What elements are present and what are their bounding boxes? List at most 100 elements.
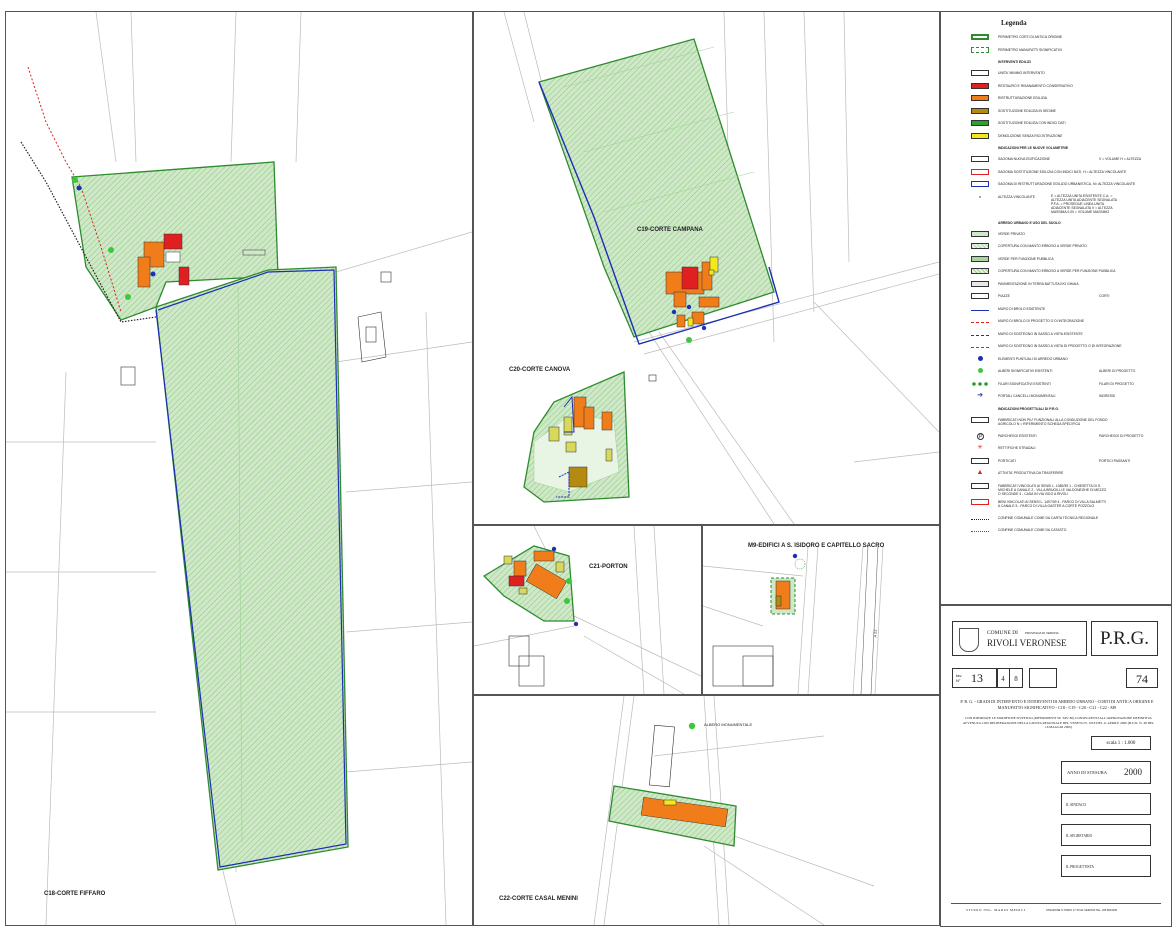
legend-swatch [978,368,983,373]
legend-swatch [971,120,989,126]
map-panel-c21: C21-PORTON [473,525,702,695]
legend-extra-label: INGRESSI [1099,394,1116,398]
legend-swatch [971,156,989,162]
legend-label: VERDE PRIVATO [998,231,1025,236]
legend-label: SOSTITUZIONE EDILIZIA IN SEDIME [998,108,1056,113]
label-c19: C19-CORTE CAMPANA [637,227,703,233]
legend-swatch [971,243,989,249]
sindaco-box: IL SINDACO [1061,793,1151,815]
legend-swatch [971,107,989,114]
comune-box: COMUNE DI PROVINCIA DI VERONA RIVOLI VER… [952,621,1087,656]
legend-label: ALTEZZA VINCOLANTE [998,194,1036,199]
legend-item: VERDE PER FUNZIONE PUBBLICA [941,255,1171,266]
legend-panel: Legenda PERIMETRO CORTI DI ANTICA ORIGIN… [940,11,1172,605]
legend-label: PORTALI CANCELLI MONUMENTALI [998,394,1056,398]
legend-item: FABBRICATI VINCOLATI AI SENSI L. 1089/39… [941,482,1171,496]
title-block: COMUNE DI PROVINCIA DI VERONA RIVOLI VER… [940,605,1172,927]
legend-label: PERIMETRO MANUFATTI SIGNIFICATIVI [998,47,1062,52]
legend-swatch [971,309,989,311]
legend-item: ELEMENTI PUNTUALI DI ARREDO URBANO [941,355,1171,366]
legend-label: PERIMETRO CORTI DI ANTICA ORIGINE [998,35,1063,39]
legend-item: n ALTEZZA VINCOLANTE E = altezza unita esi… [941,193,1171,214]
field-area [155,266,349,871]
map-panel-m9: M9-EDIFICI A S. ISIDORO E CAPITELLO SACR… [702,525,940,695]
legend-swatch [971,380,989,387]
legend-swatch [971,498,989,505]
legend-item: MURO DI SOSTEGNO IN SASSO A VISTA DI PRO… [941,343,1171,353]
legend-label: FABBRICATI NON PIU' FUNZIONALI ALLA COND… [998,417,1108,426]
legend-item: SAGOMA SOSTITUZIONE EDILIZIA CON INDICI … [941,168,1171,179]
legend-item: INDICAZIONI PROGETTUALI DI P.R.G. [941,406,1171,416]
legend-label: SAGOMA SOSTITUZIONE EDILIZIA CON INDICI … [998,169,1127,174]
legend-label: PAVIMENTAZIONE IN TERRA BATTUTA E/O GHIA… [998,281,1079,286]
legend-item: UNITA' MINIMO INTERVENTO [941,70,1171,80]
legend-label: COPERTURA CON MANTO ERBOSO A VERDE PER F… [998,269,1116,273]
legend-label: MURO DI SOSTEGNO IN SASSO A VISTA ESISTE… [998,331,1083,336]
legend-label: SAGOMA NUOVA EDIFICAZIONE [998,157,1050,161]
legend-swatch [971,70,989,76]
legend-item: CONFINE COMUNALE COME DA CATASTO [941,527,1171,537]
legend-item: COPERTURA CON MANTO ERBOSO A VERDE PRIVA… [941,243,1171,253]
legend-swatch [971,255,989,262]
legend-extra-label: PORTICI PASSANTI [1099,458,1131,463]
legend-swatch: ➔ [977,392,983,399]
legend-label: DEMOLIZIONE SENZA RICOSTRUZIONE [998,133,1063,138]
label-c20: C20-CORTE CANOVA [509,367,571,373]
legend-swatch [978,355,983,361]
legend-swatch [971,531,989,532]
legend-label: CONFINE COMUNALE COME DA CARTA TECNICA R… [998,515,1099,520]
legend-item: PAVIMENTAZIONE IN TERRA BATTUTA E/O GHIA… [941,280,1171,291]
legend-extra-label: E = altezza unita esistente C.A. = altez… [1051,193,1117,214]
legend-item: PORTICATI PORTICI PASSANTI [941,457,1171,468]
legend-swatch [971,457,989,464]
legend-item: FABBRICATI NON PIU' FUNZIONALI ALLA COND… [941,416,1171,427]
legend-extra-label: CORTI [1099,294,1110,298]
legend-swatch [971,268,989,274]
legend-label: RETTIFICHE STRADALI [998,446,1036,450]
map-c21-drawing [474,526,701,694]
label-albero: ALBERO MONUMENTALE [704,722,753,727]
legend-label: MURO DI BROLO DI PROGETTO O DI INTEGRAZI… [998,319,1085,323]
map-panel-c22: ALBERO MONUMENTALE C22-CORTE CASAL MENIN… [473,695,940,926]
legend-label: CONFINE COMUNALE COME DA CATASTO [998,528,1067,532]
legend-label: MURO DI BROLO ESISTENTE [998,306,1046,311]
legend-label: COPERTURA CON MANTO ERBOSO A VERDE PRIVA… [998,244,1087,248]
empty-box [1029,668,1057,688]
legend-title: Legenda [1001,19,1027,27]
legend-swatch: ✳ [977,445,983,451]
legend-item: RISTRUTTURAZIONE EDILIZIA [941,95,1171,105]
legend-swatch: P [977,432,984,440]
legend-label: ALBERI SIGNIFICATIVI ESISTENTI [998,369,1053,373]
legend-swatch [971,34,989,40]
provincia: PROVINCIA DI VERONA [1025,631,1059,635]
c19-perimeter [538,38,775,338]
map-c19-drawing [503,12,939,524]
legend-label: RISTRUTTURAZIONE EDILIZIA [998,96,1047,100]
legend-swatch [971,181,989,187]
legend-swatch [971,230,989,237]
legend-item: INDICAZIONI PER LE NUOVE VOLUMETRIE [941,145,1171,155]
legend-item: INTERVENTI EDILIZI [941,59,1171,69]
tav-a: 4 [996,668,1010,688]
map-c22-drawing [593,696,875,925]
legend-swatch [971,416,989,423]
legend-item: PERIMETRO CORTI DI ANTICA ORIGINE [941,34,1171,44]
legend-extra-label: FILARI DI PROGETTO [1099,381,1134,386]
comune-di: COMUNE DI [987,630,1019,636]
legend-label: VERDE PER FUNZIONE PUBBLICA [998,256,1054,261]
legend-swatch [971,293,989,299]
legend-label: PORTICATI [998,458,1016,463]
legend-label: ELEMENTI PUNTUALI DI ARREDO URBANO [998,356,1068,361]
anno-label: ANNO DI STESURA [1067,770,1108,775]
label-a22: A 22 [872,629,878,638]
map-c18-drawing [6,12,472,925]
legend-label: ARREDO URBANO E USO DEL SUOLO [998,220,1061,225]
legend-label: UNITA' MINIMO INTERVENTO [998,71,1045,75]
legend-label: INTERVENTI EDILIZI [998,60,1031,64]
tav-b: 8 [1009,668,1023,688]
description: P. R. G. - GRADI DI INTERVENTO E INTERVE… [960,699,1154,710]
legend-item: ▲ ATTIVITA' PRODUTTIVA DA TRASFERIRE [941,469,1171,480]
scale: scala 1 : 1.000 [1091,736,1151,750]
legend-item: RESTAURO E RISANAMENTO CONSERVATIVO [941,82,1171,93]
legend-swatch: n [978,193,982,199]
